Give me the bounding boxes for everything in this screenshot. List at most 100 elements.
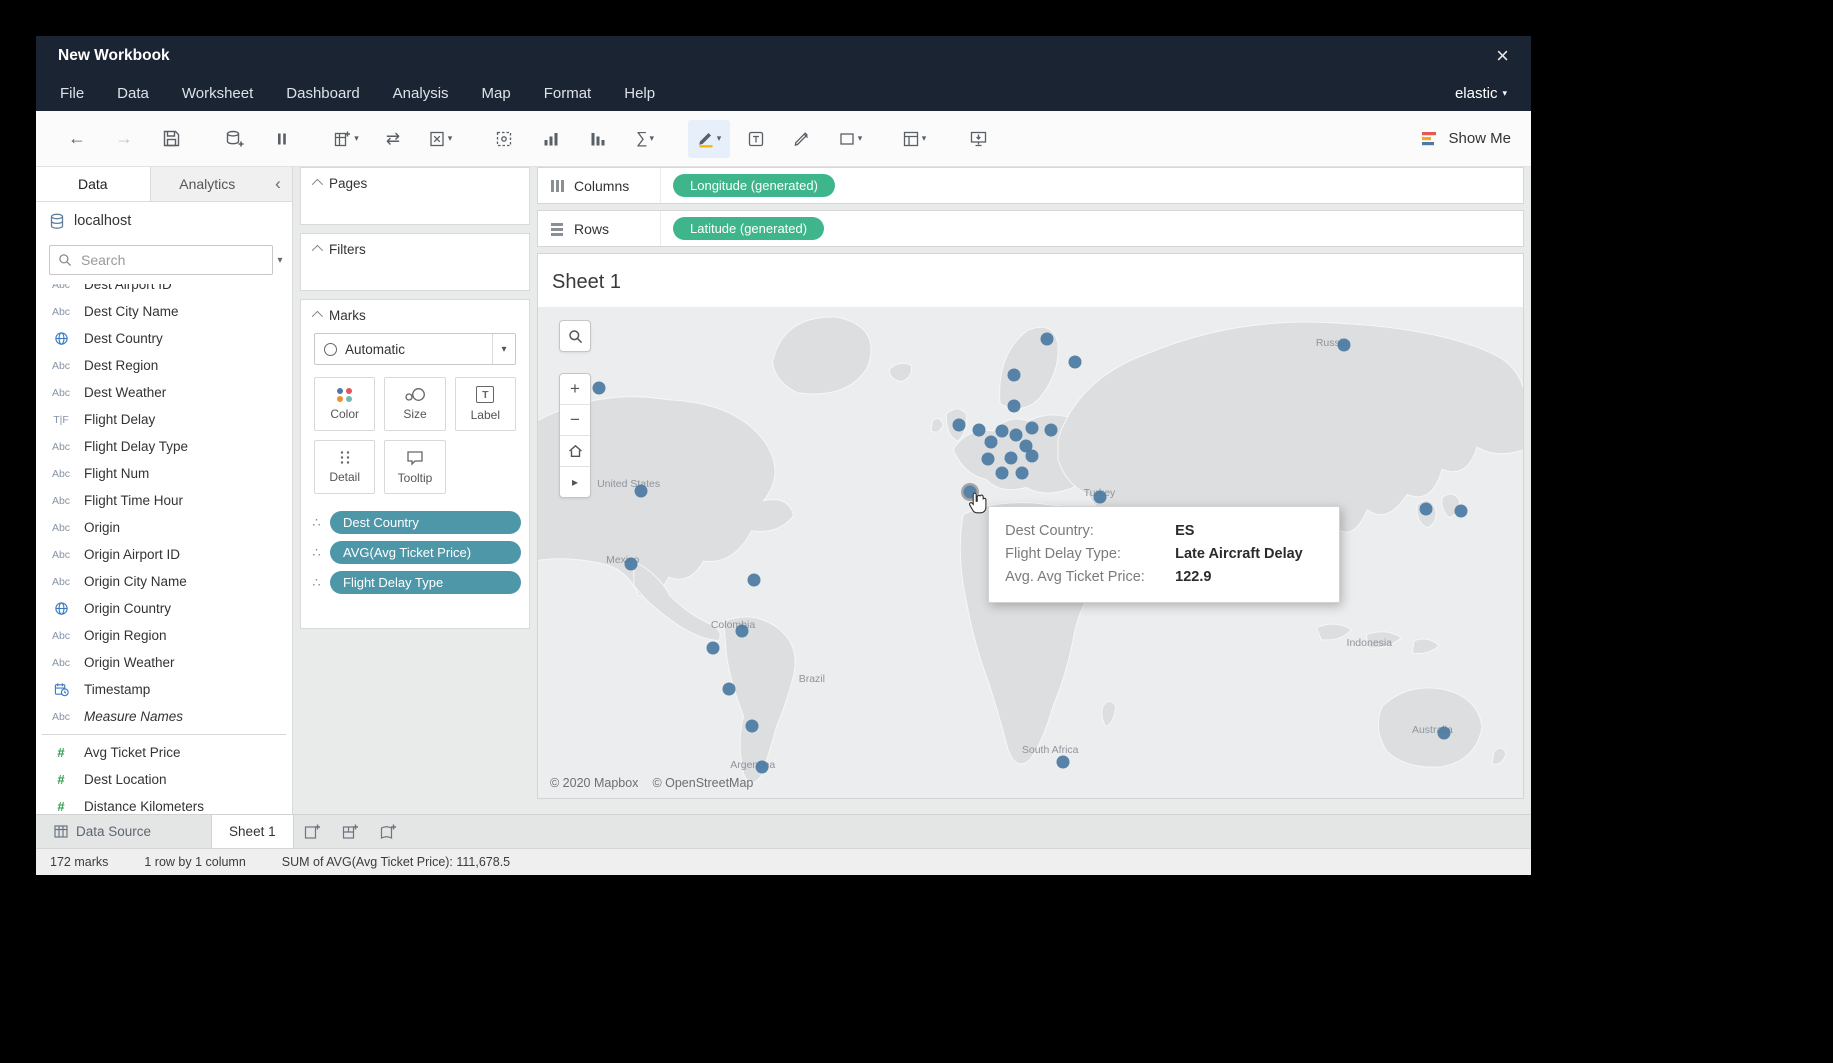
- field-dest-weather[interactable]: AbcDest Weather: [36, 379, 292, 406]
- pan-controls-expand-button[interactable]: ▸: [560, 467, 590, 497]
- map-mark[interactable]: [1015, 467, 1028, 480]
- field-distance-kilometers[interactable]: #Distance Kilometers: [36, 793, 292, 814]
- field-dest-country[interactable]: Dest Country: [36, 325, 292, 352]
- color-button[interactable]: Color: [314, 377, 375, 431]
- map-mark[interactable]: [1026, 421, 1039, 434]
- map-mark[interactable]: [707, 641, 720, 654]
- show-hide-cards-button[interactable]: ▾: [893, 120, 935, 158]
- map-mark[interactable]: [1454, 504, 1467, 517]
- map-mark[interactable]: [1041, 333, 1054, 346]
- tooltip-button[interactable]: Tooltip: [384, 440, 445, 494]
- map-mark[interactable]: [952, 418, 965, 431]
- osm-attribution[interactable]: © OpenStreetMap: [652, 776, 753, 790]
- map-mark[interactable]: [723, 682, 736, 695]
- menu-worksheet[interactable]: Worksheet: [182, 85, 253, 102]
- field-dest-region[interactable]: AbcDest Region: [36, 352, 292, 379]
- show-mark-labels-button[interactable]: [735, 120, 777, 158]
- swap-rows-columns-button[interactable]: ⇄: [372, 120, 414, 158]
- map-mark[interactable]: [973, 424, 986, 437]
- map-mark[interactable]: [985, 436, 998, 449]
- detail-button[interactable]: Detail: [314, 440, 375, 494]
- totals-button[interactable]: ∑▾: [624, 120, 666, 158]
- menu-help[interactable]: Help: [624, 85, 655, 102]
- marks-pill-flight-delay-type[interactable]: Flight Delay Type: [330, 571, 521, 594]
- collapse-pane-icon[interactable]: ‹: [264, 167, 292, 201]
- field-origin-city-name[interactable]: AbcOrigin City Name: [36, 568, 292, 595]
- close-icon[interactable]: ×: [1496, 45, 1509, 67]
- sort-descending-button[interactable]: [577, 120, 619, 158]
- format-button[interactable]: [782, 120, 824, 158]
- columns-shelf[interactable]: Columns Longitude (generated): [537, 167, 1524, 204]
- map-mark[interactable]: [1007, 399, 1020, 412]
- field-origin[interactable]: AbcOrigin: [36, 514, 292, 541]
- map-mark[interactable]: [1420, 502, 1433, 515]
- map-mark[interactable]: [1045, 424, 1058, 437]
- map-search-button[interactable]: [559, 320, 591, 352]
- marks-pill-avg-avg-ticket-price-[interactable]: AVG(Avg Ticket Price): [330, 541, 521, 564]
- rows-pill-latitude-generated-[interactable]: Latitude (generated): [673, 217, 824, 240]
- zoom-out-button[interactable]: −: [560, 405, 590, 436]
- new-worksheet-tab-button[interactable]: [294, 815, 332, 848]
- menu-data[interactable]: Data: [117, 85, 149, 102]
- size-button[interactable]: Size: [384, 377, 445, 431]
- field-flight-delay[interactable]: T|FFlight Delay: [36, 406, 292, 433]
- new-dashboard-tab-button[interactable]: [332, 815, 370, 848]
- mark-type-dropdown[interactable]: Automatic ▾: [314, 333, 516, 365]
- map-mark[interactable]: [995, 425, 1008, 438]
- map-mark[interactable]: [635, 484, 648, 497]
- field-origin-weather[interactable]: AbcOrigin Weather: [36, 649, 292, 676]
- field-list-scroll[interactable]: AbcDest Airport IDAbcDest City NameDest …: [36, 284, 292, 814]
- menu-map[interactable]: Map: [482, 85, 511, 102]
- field-flight-time-hour[interactable]: AbcFlight Time Hour: [36, 487, 292, 514]
- sort-ascending-button[interactable]: [530, 120, 572, 158]
- search-box[interactable]: [49, 245, 273, 275]
- save-button[interactable]: [150, 120, 192, 158]
- field-dest-city-name[interactable]: AbcDest City Name: [36, 298, 292, 325]
- field-flight-delay-type[interactable]: AbcFlight Delay Type: [36, 433, 292, 460]
- map-mark[interactable]: [995, 467, 1008, 480]
- field-avg-ticket-price[interactable]: #Avg Ticket Price: [36, 739, 292, 766]
- tab-data[interactable]: Data: [36, 167, 151, 201]
- map-mark[interactable]: [982, 453, 995, 466]
- map-mark[interactable]: [747, 573, 760, 586]
- pages-card-header[interactable]: Pages: [301, 168, 529, 198]
- map-mark[interactable]: [1057, 755, 1070, 768]
- filters-card-header[interactable]: Filters: [301, 234, 529, 264]
- map-mark[interactable]: [1438, 726, 1451, 739]
- group-members-button[interactable]: [483, 120, 525, 158]
- tab-analytics[interactable]: Analytics: [151, 167, 265, 201]
- menu-dashboard[interactable]: Dashboard: [286, 85, 359, 102]
- new-story-tab-button[interactable]: [370, 815, 408, 848]
- new-data-source-button[interactable]: [214, 120, 256, 158]
- map-mark[interactable]: [624, 558, 637, 571]
- field-dest-airport-id[interactable]: AbcDest Airport ID: [36, 284, 292, 298]
- field-origin-region[interactable]: AbcOrigin Region: [36, 622, 292, 649]
- map-mark[interactable]: [745, 720, 758, 733]
- highlight-button[interactable]: ▾: [688, 120, 730, 158]
- menu-analysis[interactable]: Analysis: [393, 85, 449, 102]
- show-me-button[interactable]: Show Me: [1422, 130, 1511, 147]
- map-mark[interactable]: [1007, 368, 1020, 381]
- map-mark[interactable]: [1094, 490, 1107, 503]
- columns-pill-longitude-generated-[interactable]: Longitude (generated): [673, 174, 835, 197]
- label-button[interactable]: T Label: [455, 377, 516, 431]
- undo-button[interactable]: ←: [56, 120, 98, 158]
- map-mark[interactable]: [593, 381, 606, 394]
- field-flight-num[interactable]: AbcFlight Num: [36, 460, 292, 487]
- rows-shelf[interactable]: Rows Latitude (generated): [537, 210, 1524, 247]
- map-mark[interactable]: [1068, 356, 1081, 369]
- tab-sheet-1[interactable]: Sheet 1: [211, 815, 294, 848]
- map-mark[interactable]: [755, 760, 768, 773]
- new-worksheet-button[interactable]: ▾: [325, 120, 367, 158]
- zoom-in-button[interactable]: +: [560, 374, 590, 405]
- zoom-home-button[interactable]: [560, 436, 590, 467]
- presentation-mode-button[interactable]: [957, 120, 999, 158]
- datasource-row[interactable]: localhost: [36, 202, 292, 240]
- menu-format[interactable]: Format: [544, 85, 592, 102]
- marks-pill-dest-country[interactable]: Dest Country: [330, 511, 521, 534]
- map-canvas[interactable]: United StatesMexicoColombiaBrazilArgenti…: [538, 307, 1523, 798]
- field-origin-country[interactable]: Origin Country: [36, 595, 292, 622]
- field-dest-location[interactable]: #Dest Location: [36, 766, 292, 793]
- map-mark[interactable]: [735, 624, 748, 637]
- mapbox-attribution[interactable]: © 2020 Mapbox: [550, 776, 638, 790]
